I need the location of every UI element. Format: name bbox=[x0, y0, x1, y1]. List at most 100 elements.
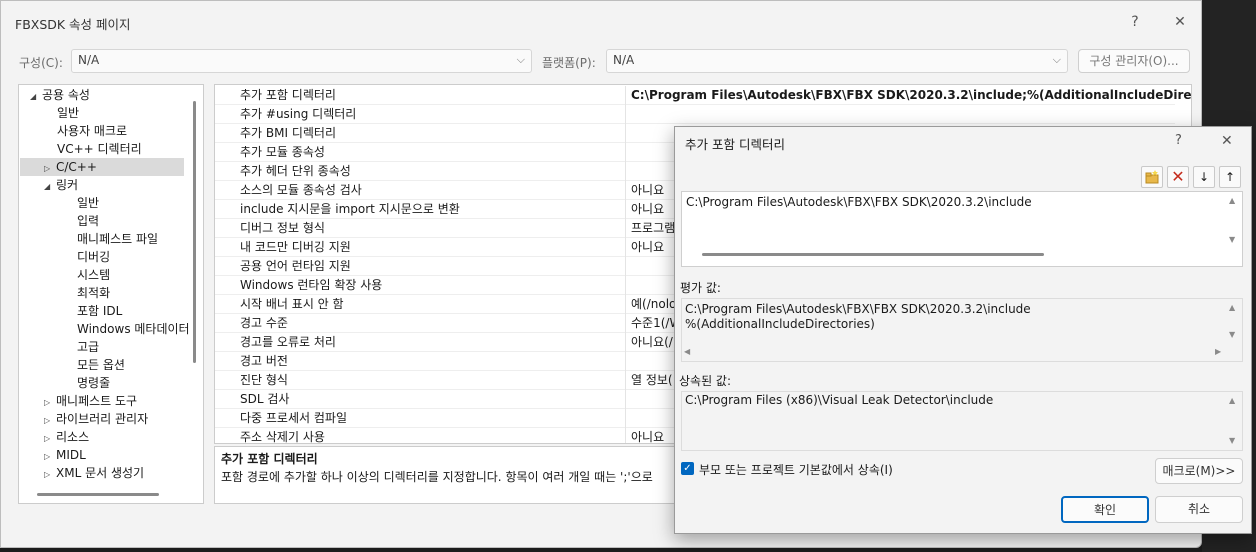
tree-item[interactable]: 일반 bbox=[20, 194, 190, 212]
tree-item-label: MIDL bbox=[56, 448, 86, 462]
config-manager-button[interactable]: 구성 관리자(O)... bbox=[1078, 49, 1190, 73]
new-line-button[interactable] bbox=[1141, 166, 1163, 188]
tree-item-label: 일반 bbox=[57, 106, 80, 120]
tree-item[interactable]: 모든 옵션 bbox=[20, 356, 190, 374]
tree-item-label: 링커 bbox=[56, 178, 79, 192]
property-tree: ◢ 공용 속성 일반 사용자 매크로 VC++ 디렉터리 ▷ C/C++ ◢ 링커 일반 입력 매니페… bbox=[18, 84, 204, 504]
chevron-right-icon[interactable]: ▷ bbox=[44, 466, 56, 484]
property-value[interactable]: 열 정보( bbox=[631, 371, 673, 390]
scroll-down-icon[interactable]: ▼ bbox=[1229, 436, 1235, 445]
tree-item-label: 리소스 bbox=[56, 430, 90, 444]
tree-item[interactable]: 디버깅 bbox=[20, 248, 190, 266]
chevron-down-icon: ⌵ bbox=[516, 53, 525, 66]
description-text: 포함 경로에 추가할 하나 이상의 디렉터리를 지정합니다. 항목이 여러 개일… bbox=[221, 470, 653, 484]
tree-item[interactable]: 사용자 매크로 bbox=[20, 122, 190, 140]
property-row[interactable]: 추가 #using 디렉터리 bbox=[215, 105, 1175, 124]
tree-item[interactable]: 입력 bbox=[20, 212, 190, 230]
tree-item[interactable]: ▷ C/C++ bbox=[20, 158, 184, 176]
macro-button[interactable]: 매크로(M)>> bbox=[1155, 458, 1243, 484]
tree-item-label: VC++ 디렉터리 bbox=[57, 142, 142, 156]
tree-item[interactable]: ▷ XML 문서 생성기 bbox=[20, 464, 190, 482]
tree-item[interactable]: VC++ 디렉터리 bbox=[20, 140, 190, 158]
property-row[interactable]: 추가 포함 디렉터리 C:\Program Files\Autodesk\FBX\… bbox=[215, 86, 1191, 105]
chevron-down-icon: ⌵ bbox=[1052, 53, 1061, 66]
tree-item-label: 입력 bbox=[77, 214, 100, 228]
tree-item-label: 공용 속성 bbox=[42, 88, 90, 102]
tree-item-label: 매니페스트 도구 bbox=[56, 394, 138, 408]
evaluated-value-box: C:\Program Files\Autodesk\FBX\FBX SDK\20… bbox=[681, 298, 1243, 362]
ok-button[interactable]: 확인 bbox=[1061, 496, 1149, 523]
arrow-up-icon: ↑ bbox=[1224, 170, 1236, 184]
inherit-checkbox-label[interactable]: 부모 또는 프로젝트 기본값에서 상속(I) bbox=[699, 461, 893, 478]
tree-item-label: 라이브러리 관리자 bbox=[56, 412, 149, 426]
property-name: 소스의 모듈 종속성 검사 bbox=[240, 181, 626, 200]
help-button[interactable]: ? bbox=[1175, 133, 1182, 148]
tree-item-label: 일반 bbox=[77, 196, 100, 210]
property-value[interactable]: 예(/nolo bbox=[631, 295, 676, 314]
new-folder-icon bbox=[1145, 170, 1159, 184]
tree-item-label: 디버깅 bbox=[77, 250, 111, 264]
tree-item-label: XML 문서 생성기 bbox=[56, 466, 145, 480]
move-up-button[interactable]: ↑ bbox=[1219, 166, 1241, 188]
scroll-up-icon[interactable]: ▲ bbox=[1229, 303, 1235, 312]
tree-item[interactable]: ◢ 링커 bbox=[20, 176, 190, 194]
help-button[interactable]: ? bbox=[1124, 11, 1146, 33]
close-button[interactable]: ✕ bbox=[1169, 11, 1191, 33]
evaluated-line-2: %(AdditionalIncludeDirectories) bbox=[685, 317, 875, 331]
property-name: 추가 #using 디렉터리 bbox=[240, 105, 626, 124]
config-select[interactable]: N/A ⌵ bbox=[71, 49, 532, 73]
tree-item[interactable]: ▷ MIDL bbox=[20, 446, 190, 464]
scroll-up-icon[interactable]: ▲ bbox=[1229, 196, 1235, 205]
move-down-button[interactable]: ↓ bbox=[1193, 166, 1215, 188]
include-directories-dialog: 추가 포함 디렉터리 ? ✕ ✕ ↓ ↑ C:\Program Files\Au… bbox=[674, 126, 1252, 534]
evaluated-line-1: C:\Program Files\Autodesk\FBX\FBX SDK\20… bbox=[685, 302, 1031, 316]
scroll-down-icon[interactable]: ▼ bbox=[1229, 235, 1235, 244]
tree-item[interactable]: ▷ 라이브러리 관리자 bbox=[20, 410, 190, 428]
inherited-label: 상속된 값: bbox=[679, 374, 732, 388]
inherited-value-box: C:\Program Files (x86)\Visual Leak Detec… bbox=[681, 391, 1243, 451]
scroll-left-icon[interactable]: ◀ bbox=[684, 347, 690, 356]
platform-select[interactable]: N/A ⌵ bbox=[606, 49, 1068, 73]
window-title: FBXSDK 속성 페이지 bbox=[15, 17, 131, 32]
list-horizontal-scrollbar[interactable] bbox=[702, 253, 1044, 256]
property-name: 공용 언어 런타임 지원 bbox=[240, 257, 626, 276]
tree-item[interactable]: 매니페스트 파일 bbox=[20, 230, 190, 248]
cancel-button[interactable]: 취소 bbox=[1155, 496, 1243, 523]
tree-item-label: 시스템 bbox=[77, 268, 111, 282]
tree-vertical-scrollbar[interactable] bbox=[193, 101, 196, 363]
tree-item[interactable]: 최적화 bbox=[20, 284, 190, 302]
tree-item[interactable]: ◢ 공용 속성 bbox=[20, 86, 190, 104]
tree-item[interactable]: 고급 bbox=[20, 338, 190, 356]
property-name: 경고 수준 bbox=[240, 314, 626, 333]
property-value[interactable]: 아니요 bbox=[631, 200, 664, 219]
property-value[interactable]: 아니요 bbox=[631, 428, 664, 443]
scroll-down-icon[interactable]: ▼ bbox=[1229, 330, 1235, 339]
tree-item[interactable]: Windows 메타데이터 bbox=[20, 320, 190, 338]
tree-item[interactable]: 명령줄 bbox=[20, 374, 190, 392]
platform-value: N/A bbox=[613, 53, 635, 67]
scroll-right-icon[interactable]: ▶ bbox=[1215, 347, 1221, 356]
tree-horizontal-scrollbar[interactable] bbox=[37, 493, 159, 496]
tree-item[interactable]: 포함 IDL bbox=[20, 302, 190, 320]
property-name: 진단 형식 bbox=[240, 371, 626, 390]
property-name: 추가 모듈 종속성 bbox=[240, 143, 626, 162]
dialog-title: 추가 포함 디렉터리 bbox=[685, 137, 785, 152]
property-value[interactable]: 아니요 bbox=[631, 238, 664, 257]
tree-item[interactable]: 일반 bbox=[20, 104, 190, 122]
delete-line-button[interactable]: ✕ bbox=[1167, 166, 1189, 188]
property-value[interactable]: 프로그램 bbox=[631, 219, 675, 238]
directory-list[interactable]: C:\Program Files\Autodesk\FBX\FBX SDK\20… bbox=[681, 191, 1243, 267]
arrow-down-icon: ↓ bbox=[1198, 170, 1210, 184]
delete-icon: ✕ bbox=[1171, 167, 1185, 186]
property-value[interactable]: 아니요(/ bbox=[631, 333, 673, 352]
property-name: Windows 런타임 확장 사용 bbox=[240, 276, 626, 295]
list-item[interactable]: C:\Program Files\Autodesk\FBX\FBX SDK\20… bbox=[686, 195, 1032, 209]
scroll-up-icon[interactable]: ▲ bbox=[1229, 396, 1235, 405]
property-value[interactable]: C:\Program Files\Autodesk\FBX\FBX SDK\20… bbox=[631, 86, 1191, 105]
tree-item[interactable]: 시스템 bbox=[20, 266, 190, 284]
tree-item[interactable]: ▷ 리소스 bbox=[20, 428, 190, 446]
close-button[interactable]: ✕ bbox=[1221, 133, 1233, 149]
tree-item[interactable]: ▷ 매니페스트 도구 bbox=[20, 392, 190, 410]
property-value[interactable]: 아니요 bbox=[631, 181, 664, 200]
inherit-checkbox[interactable]: ✓ bbox=[681, 462, 694, 475]
